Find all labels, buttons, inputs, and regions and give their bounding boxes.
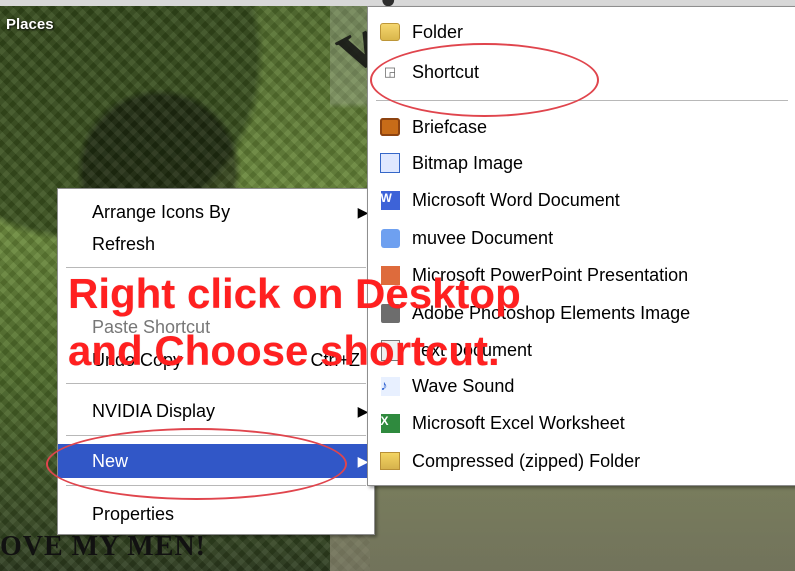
shortcut-highlight-circle: [370, 43, 599, 117]
menu-item-label: Microsoft Word Document: [412, 189, 620, 210]
menu-separator: [66, 267, 366, 268]
menu-item-label: Refresh: [92, 233, 156, 254]
places-label: Places: [6, 16, 54, 33]
submenu-item-briefcase[interactable]: Briefcase: [368, 110, 795, 144]
menu-item-label: muvee Document: [412, 227, 554, 248]
wave-sound-icon: ♪: [380, 376, 400, 396]
menu-item-label: Bitmap Image: [412, 152, 524, 173]
word-document-icon: W: [380, 190, 400, 210]
zip-folder-icon: [380, 451, 400, 471]
briefcase-icon: [380, 117, 400, 137]
menu-item-label: Microsoft Excel Worksheet: [412, 412, 625, 433]
submenu-item-excel-worksheet[interactable]: X Microsoft Excel Worksheet: [368, 406, 795, 440]
bitmap-icon: [380, 153, 400, 173]
annotation-line-2: and Choose shortcut.: [68, 327, 500, 374]
menu-item-label: Wave Sound: [412, 375, 515, 396]
menu-item-properties[interactable]: Properties: [58, 497, 374, 531]
menu-item-label: Arrange Icons By: [92, 201, 231, 222]
submenu-item-muvee-document[interactable]: muvee Document: [368, 221, 795, 255]
muvee-document-icon: [380, 228, 400, 248]
menu-item-label: NVIDIA Display: [92, 400, 216, 421]
annotation-line-1: Right click on Desktop: [68, 270, 521, 317]
submenu-item-word-document[interactable]: W Microsoft Word Document: [368, 183, 795, 217]
menu-item-label: Properties: [92, 503, 175, 524]
menu-item-label: Folder: [412, 21, 464, 42]
menu-item-arrange-icons-by[interactable]: Arrange Icons By ▶: [58, 195, 374, 229]
submenu-item-bitmap-image[interactable]: Bitmap Image: [368, 146, 795, 180]
menu-item-label: Compressed (zipped) Folder: [412, 450, 641, 471]
menu-item-nvidia-display[interactable]: NVIDIA Display ▶: [58, 394, 374, 428]
menu-item-refresh[interactable]: Refresh: [58, 227, 374, 261]
menu-item-label: Briefcase: [412, 116, 488, 137]
new-highlight-circle: [46, 428, 347, 500]
submenu-item-compressed-folder[interactable]: Compressed (zipped) Folder: [368, 444, 795, 478]
excel-icon: X: [380, 413, 400, 433]
submenu-item-folder[interactable]: Folder: [368, 15, 795, 49]
bottom-background-text: OVE MY MEN!: [0, 531, 206, 562]
folder-icon: [380, 22, 400, 42]
menu-separator: [66, 383, 366, 384]
